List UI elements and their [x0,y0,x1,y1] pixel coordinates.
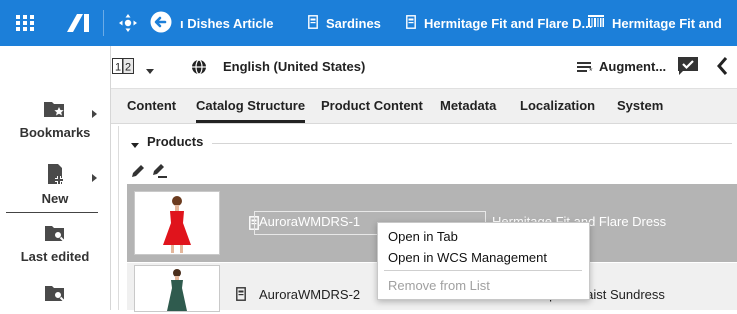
tab-label: ı Dishes Article [180,15,274,31]
product-tag-icon [236,287,246,304]
menu-item-remove-from-list[interactable]: Remove from List [388,278,490,293]
svg-text:2: 2 [125,62,131,74]
tab-localization[interactable]: Localization [520,89,595,123]
chevron-down-icon[interactable] [146,63,154,78]
sidebar-item-last-edited[interactable]: Last edited [0,222,110,264]
divider [212,143,732,144]
augment-button[interactable]: Augment... [599,59,666,74]
apps-grid-icon[interactable] [14,0,36,46]
form-tabs: Content Catalog Structure Product Conten… [111,89,737,124]
sidebar-item-label: New [41,191,69,206]
folder-search-icon [0,282,110,307]
language-selector[interactable]: English (United States) [223,59,365,74]
tab-product-content[interactable]: Product Content [321,89,423,123]
menu-item-open-in-wcs[interactable]: Open in WCS Management [388,250,547,265]
tab-dishes-article[interactable]: ı Dishes Article [150,0,273,46]
sidebar-item-bookmarks[interactable]: Bookmarks [0,98,110,140]
augment-icon: * [577,60,595,77]
logo-icon [64,0,92,46]
sidebar-item-new[interactable]: New [0,162,110,206]
sidebar: Bookmarks New Last edited [0,46,111,310]
menu-item-open-in-tab[interactable]: Open in Tab [388,229,458,244]
sidebar-item-label: Last edited [20,249,90,264]
tab-label: Hermitage Fit and [612,15,722,31]
barcode-icon [588,14,604,32]
product-tag-icon [406,14,416,32]
divider [118,126,119,310]
tab-sardines[interactable]: Sardines [308,0,381,46]
chevron-left-icon[interactable] [716,56,728,79]
product-thumbnail [134,191,220,255]
top-bar: ı Dishes Article Sardines Hermitage Fit … [0,0,737,46]
dress-image-icon [163,196,191,253]
arrow-left-circle-icon [150,11,172,36]
product-id: AuroraWMDRS-1 [259,214,361,229]
sidebar-item-search[interactable] [0,282,110,309]
tab-metadata[interactable]: Metadata [440,89,496,123]
dress-image-icon [167,269,187,311]
tab-label: Hermitage Fit and Flare D... [424,15,593,31]
document-toolbar: 12 English (United States) * Augment... [111,46,737,89]
expand-arrow-icon[interactable] [92,110,97,118]
tab-system[interactable]: System [617,89,663,123]
product-id: AuroraWMDRS-2 [259,287,361,302]
product-thumbnail [134,265,220,312]
tab-hermitage-1[interactable]: Hermitage Fit and Flare D... [406,0,592,46]
pencil-icon[interactable] [131,164,145,181]
context-menu: Open in Tab Open in WCS Management Remov… [377,222,590,300]
svg-text:*: * [589,66,593,74]
folder-search-icon [0,222,110,247]
tab-catalog-structure[interactable]: Catalog Structure [196,89,306,123]
pencil-multi-icon[interactable] [152,164,168,181]
divider [384,270,582,271]
section-title[interactable]: Products [147,134,203,149]
view-mode-icon[interactable]: 12 [112,58,134,77]
divider [103,10,104,36]
collapse-triangle-icon[interactable] [131,137,139,152]
svg-text:1: 1 [115,62,121,74]
expand-arrow-icon[interactable] [92,174,97,182]
drag-handle-icon[interactable] [116,0,140,46]
divider [6,212,98,213]
globe-icon [191,59,207,78]
check-message-icon[interactable] [677,56,699,79]
tab-label: Sardines [326,15,381,31]
sidebar-item-label: Bookmarks [19,125,91,140]
tab-content[interactable]: Content [127,89,176,123]
product-tag-icon [308,14,318,32]
tab-hermitage-2[interactable]: Hermitage Fit and [588,0,722,46]
